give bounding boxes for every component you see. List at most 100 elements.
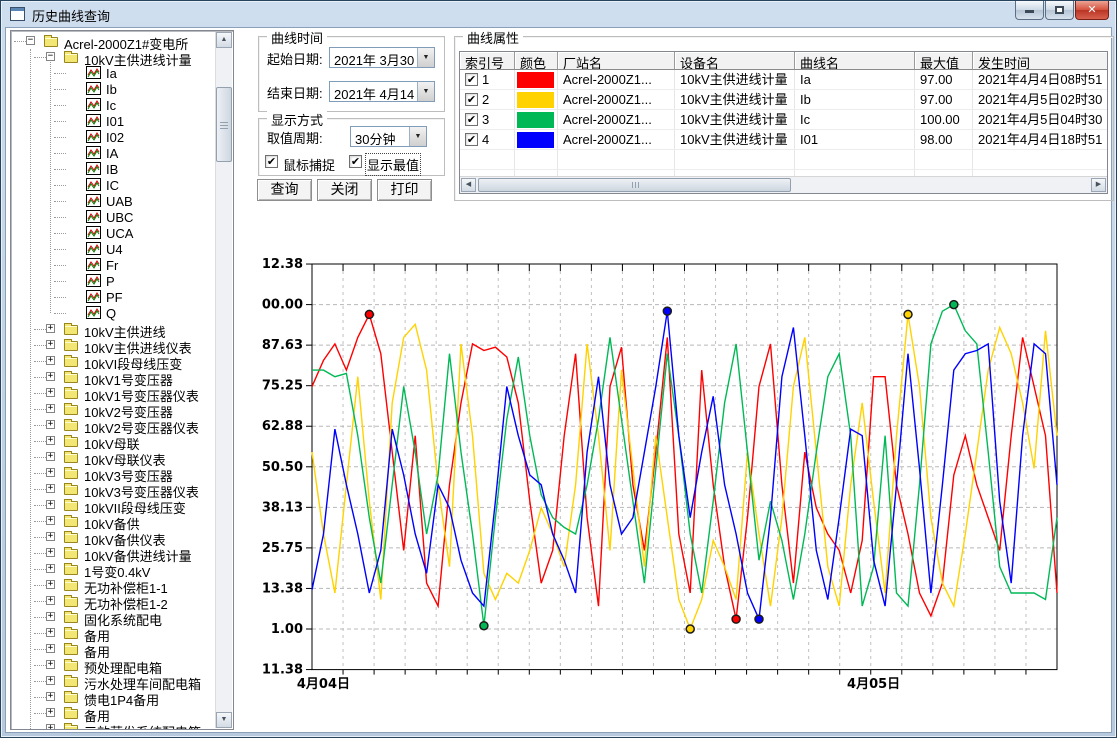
- tree-item[interactable]: +10kV1号变压器: [11, 369, 215, 385]
- tree-item[interactable]: +无功补偿柜1-1: [11, 577, 215, 593]
- table-row[interactable]: ✔4Acrel-2000Z1...10kV主供进线计量I0198.002021年…: [460, 130, 1107, 150]
- tree-item[interactable]: +污水处理车间配电箱: [11, 673, 215, 689]
- close-button[interactable]: ✕: [1075, 1, 1109, 20]
- tree-item[interactable]: −10kV主供进线计量: [11, 49, 215, 65]
- tree-item[interactable]: +备用: [11, 705, 215, 721]
- tree-item[interactable]: +预处理配电箱: [11, 657, 215, 673]
- tree-scrollbar[interactable]: ▲ ▼: [215, 32, 232, 728]
- tree-item[interactable]: +10kV母联: [11, 433, 215, 449]
- tree-item[interactable]: +10kVII段母线压变: [11, 497, 215, 513]
- expand-icon[interactable]: +: [46, 692, 55, 701]
- query-button[interactable]: 查询: [257, 179, 312, 201]
- expand-icon[interactable]: +: [46, 708, 55, 717]
- tree-item[interactable]: IB: [11, 161, 215, 177]
- minimize-button[interactable]: [1015, 1, 1044, 20]
- tree-item[interactable]: +10kV3号变压器: [11, 465, 215, 481]
- series-visible-checkbox[interactable]: ✔: [465, 113, 478, 126]
- expand-icon[interactable]: +: [46, 484, 55, 493]
- dropdown-arrow-icon[interactable]: ▼: [409, 127, 426, 146]
- tree-item[interactable]: Fr: [11, 257, 215, 273]
- scroll-thumb[interactable]: [216, 87, 232, 162]
- series-visible-checkbox[interactable]: ✔: [465, 73, 478, 86]
- tree-item[interactable]: +10kV2号变压器仪表: [11, 417, 215, 433]
- period-select[interactable]: 30分钟 ▼: [350, 126, 427, 147]
- print-button[interactable]: 打印: [377, 179, 432, 201]
- tree-item[interactable]: Ic: [11, 97, 215, 113]
- expand-icon[interactable]: +: [46, 452, 55, 461]
- expand-icon[interactable]: +: [46, 468, 55, 477]
- tree-item[interactable]: UAB: [11, 193, 215, 209]
- tree-item[interactable]: +10kV备供: [11, 513, 215, 529]
- tree-item[interactable]: +10kV主供进线: [11, 321, 215, 337]
- expand-icon[interactable]: +: [46, 420, 55, 429]
- scroll-up-button[interactable]: ▲: [216, 32, 232, 48]
- scroll-down-button[interactable]: ▼: [216, 712, 232, 728]
- expand-icon[interactable]: +: [46, 644, 55, 653]
- expand-icon[interactable]: +: [46, 612, 55, 621]
- tree-item[interactable]: +10kV母联仪表: [11, 449, 215, 465]
- dropdown-arrow-icon[interactable]: ▼: [417, 48, 434, 67]
- expand-icon[interactable]: +: [46, 564, 55, 573]
- tree-item[interactable]: +10kV3号变压器仪表: [11, 481, 215, 497]
- column-header[interactable]: 厂站名: [558, 52, 675, 70]
- column-header[interactable]: 设备名: [675, 52, 795, 70]
- tree-item[interactable]: −Acrel-2000Z1#变电所: [11, 33, 215, 49]
- scroll-right-button[interactable]: ▶: [1091, 178, 1106, 192]
- tree-item[interactable]: +10kVI段母线压变: [11, 353, 215, 369]
- column-header[interactable]: 最大值: [915, 52, 973, 70]
- maximize-button[interactable]: [1045, 1, 1074, 20]
- table-row[interactable]: ✔3Acrel-2000Z1...10kV主供进线计量Ic100.002021年…: [460, 110, 1107, 130]
- tree-item[interactable]: +10kV备供仪表: [11, 529, 215, 545]
- tree-item[interactable]: I02: [11, 129, 215, 145]
- tree-item[interactable]: +备用: [11, 625, 215, 641]
- expand-icon[interactable]: +: [46, 404, 55, 413]
- tree-item[interactable]: +10kV主供进线仪表: [11, 337, 215, 353]
- tree-item[interactable]: +三效蒸发系统配电箱: [11, 721, 215, 729]
- column-header[interactable]: 发生时间: [973, 52, 1108, 70]
- table-row[interactable]: ✔1Acrel-2000Z1...10kV主供进线计量Ia97.002021年4…: [460, 70, 1107, 90]
- expand-icon[interactable]: +: [46, 660, 55, 669]
- tree-item[interactable]: P: [11, 273, 215, 289]
- expand-icon[interactable]: +: [46, 500, 55, 509]
- tree-item[interactable]: Q: [11, 305, 215, 321]
- expand-icon[interactable]: +: [46, 548, 55, 557]
- scroll-left-button[interactable]: ◀: [461, 178, 476, 192]
- series-visible-checkbox[interactable]: ✔: [465, 133, 478, 146]
- close-dialog-button[interactable]: 关闭: [317, 179, 372, 201]
- tree-item[interactable]: UCA: [11, 225, 215, 241]
- series-visible-checkbox[interactable]: ✔: [465, 93, 478, 106]
- tree-item[interactable]: Ib: [11, 81, 215, 97]
- tree-item[interactable]: Ia: [11, 65, 215, 81]
- tree-item[interactable]: +备用: [11, 641, 215, 657]
- end-date-select[interactable]: 2021年 4月14 ▼: [329, 81, 435, 102]
- expand-icon[interactable]: +: [46, 532, 55, 541]
- start-date-select[interactable]: 2021年 3月30 ▼: [329, 47, 435, 68]
- expand-icon[interactable]: +: [46, 340, 55, 349]
- expand-icon[interactable]: +: [46, 676, 55, 685]
- tree-item[interactable]: +固化系统配电: [11, 609, 215, 625]
- hscroll-thumb[interactable]: [478, 178, 791, 192]
- collapse-icon[interactable]: −: [46, 52, 55, 61]
- tree-item[interactable]: IA: [11, 145, 215, 161]
- expand-icon[interactable]: +: [46, 596, 55, 605]
- table-row[interactable]: ✔2Acrel-2000Z1...10kV主供进线计量Ib97.002021年4…: [460, 90, 1107, 110]
- expand-icon[interactable]: +: [46, 628, 55, 637]
- tree-item[interactable]: +10kV备供进线计量: [11, 545, 215, 561]
- tree-item[interactable]: UBC: [11, 209, 215, 225]
- tree-item[interactable]: IC: [11, 177, 215, 193]
- tree-item[interactable]: +10kV2号变压器: [11, 401, 215, 417]
- expand-icon[interactable]: +: [46, 356, 55, 365]
- tree-item[interactable]: +1号变0.4kV: [11, 561, 215, 577]
- expand-icon[interactable]: +: [46, 516, 55, 525]
- tree-item[interactable]: I01: [11, 113, 215, 129]
- expand-icon[interactable]: +: [46, 324, 55, 333]
- column-header[interactable]: 曲线名: [795, 52, 915, 70]
- tree-item[interactable]: U4: [11, 241, 215, 257]
- expand-icon[interactable]: +: [46, 388, 55, 397]
- table-hscrollbar[interactable]: ◀ ▶: [460, 176, 1107, 193]
- expand-icon[interactable]: +: [46, 372, 55, 381]
- column-header[interactable]: 颜色: [515, 52, 558, 70]
- column-header[interactable]: 索引号: [460, 52, 515, 70]
- mouse-capture-checkbox[interactable]: ✔: [265, 155, 278, 168]
- tree-item[interactable]: PF: [11, 289, 215, 305]
